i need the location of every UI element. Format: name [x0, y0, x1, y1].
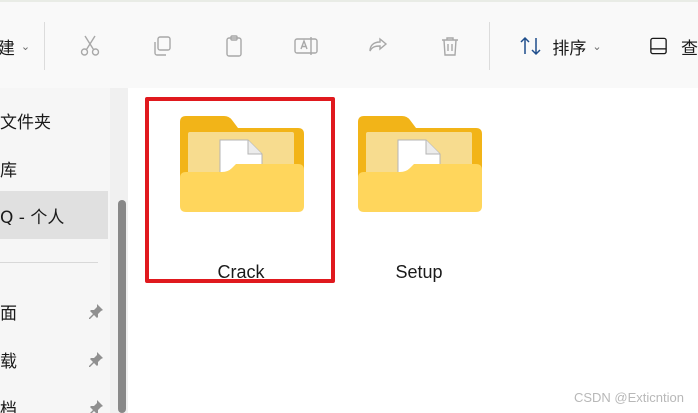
navigation-pane: 文件夹 库 Q - 个人 面 载 档 — [0, 88, 128, 413]
chevron-down-icon: ⌄ — [20, 40, 31, 53]
clipboard-icon — [226, 35, 242, 57]
sidebar-item-personal[interactable]: Q - 个人 — [0, 191, 108, 239]
pin-icon — [89, 304, 103, 319]
sidebar-divider — [0, 262, 98, 263]
sidebar-item-label: 文件夹 — [0, 112, 51, 133]
highlight-box — [145, 97, 335, 283]
sidebar-item-documents[interactable]: 档 — [0, 383, 108, 413]
sidebar-item-label: 载 — [0, 351, 17, 372]
rename-icon — [294, 37, 318, 55]
view-button[interactable]: 查 — [648, 24, 698, 68]
rename-button[interactable] — [288, 24, 324, 68]
sidebar-item-library[interactable]: 库 — [0, 144, 108, 192]
cut-button[interactable] — [72, 24, 108, 68]
chevron-down-icon: ⌄ — [592, 40, 602, 53]
file-list: Crack Setup — [128, 88, 698, 413]
sidebar-item-downloads[interactable]: 载 — [0, 335, 108, 383]
toolbar-separator — [44, 22, 45, 70]
view-icon — [650, 37, 667, 55]
scissors-icon — [80, 35, 100, 56]
sidebar-item-desktop[interactable]: 面 — [0, 287, 108, 335]
share-button[interactable] — [360, 24, 396, 68]
paste-button[interactable] — [216, 24, 252, 68]
sidebar-scrollbar-thumb[interactable] — [118, 200, 126, 413]
sidebar-item-label: 库 — [0, 160, 17, 181]
sidebar-item-label: 档 — [0, 399, 17, 413]
sort-label: 排序 — [552, 38, 587, 59]
delete-button[interactable] — [432, 24, 468, 68]
trash-icon — [442, 37, 458, 56]
sort-button[interactable]: 排序 ⌄ — [512, 24, 608, 68]
pin-icon — [90, 400, 103, 413]
new-button-label: 建 — [0, 38, 15, 59]
sidebar-item-label: 面 — [0, 303, 17, 324]
folder-item-setup[interactable]: Setup — [354, 108, 484, 288]
watermark: CSDN @Exticntion — [573, 390, 684, 405]
new-button[interactable]: 建 ⌄ — [0, 24, 31, 68]
copy-button[interactable] — [144, 24, 180, 68]
share-icon — [369, 37, 388, 52]
toolbar-separator — [489, 22, 490, 70]
sidebar-item-folder[interactable]: 文件夹 — [0, 96, 108, 144]
sidebar-item-label: Q - 个人 — [0, 207, 65, 228]
sort-icon — [520, 36, 541, 56]
folder-name: Setup — [395, 262, 443, 282]
copy-icon — [154, 36, 171, 56]
folder-icon — [358, 116, 482, 212]
pin-icon — [89, 352, 103, 367]
view-label: 查 — [681, 38, 698, 59]
command-bar: 建 ⌄ 排序 ⌄ 查 — [0, 0, 698, 88]
